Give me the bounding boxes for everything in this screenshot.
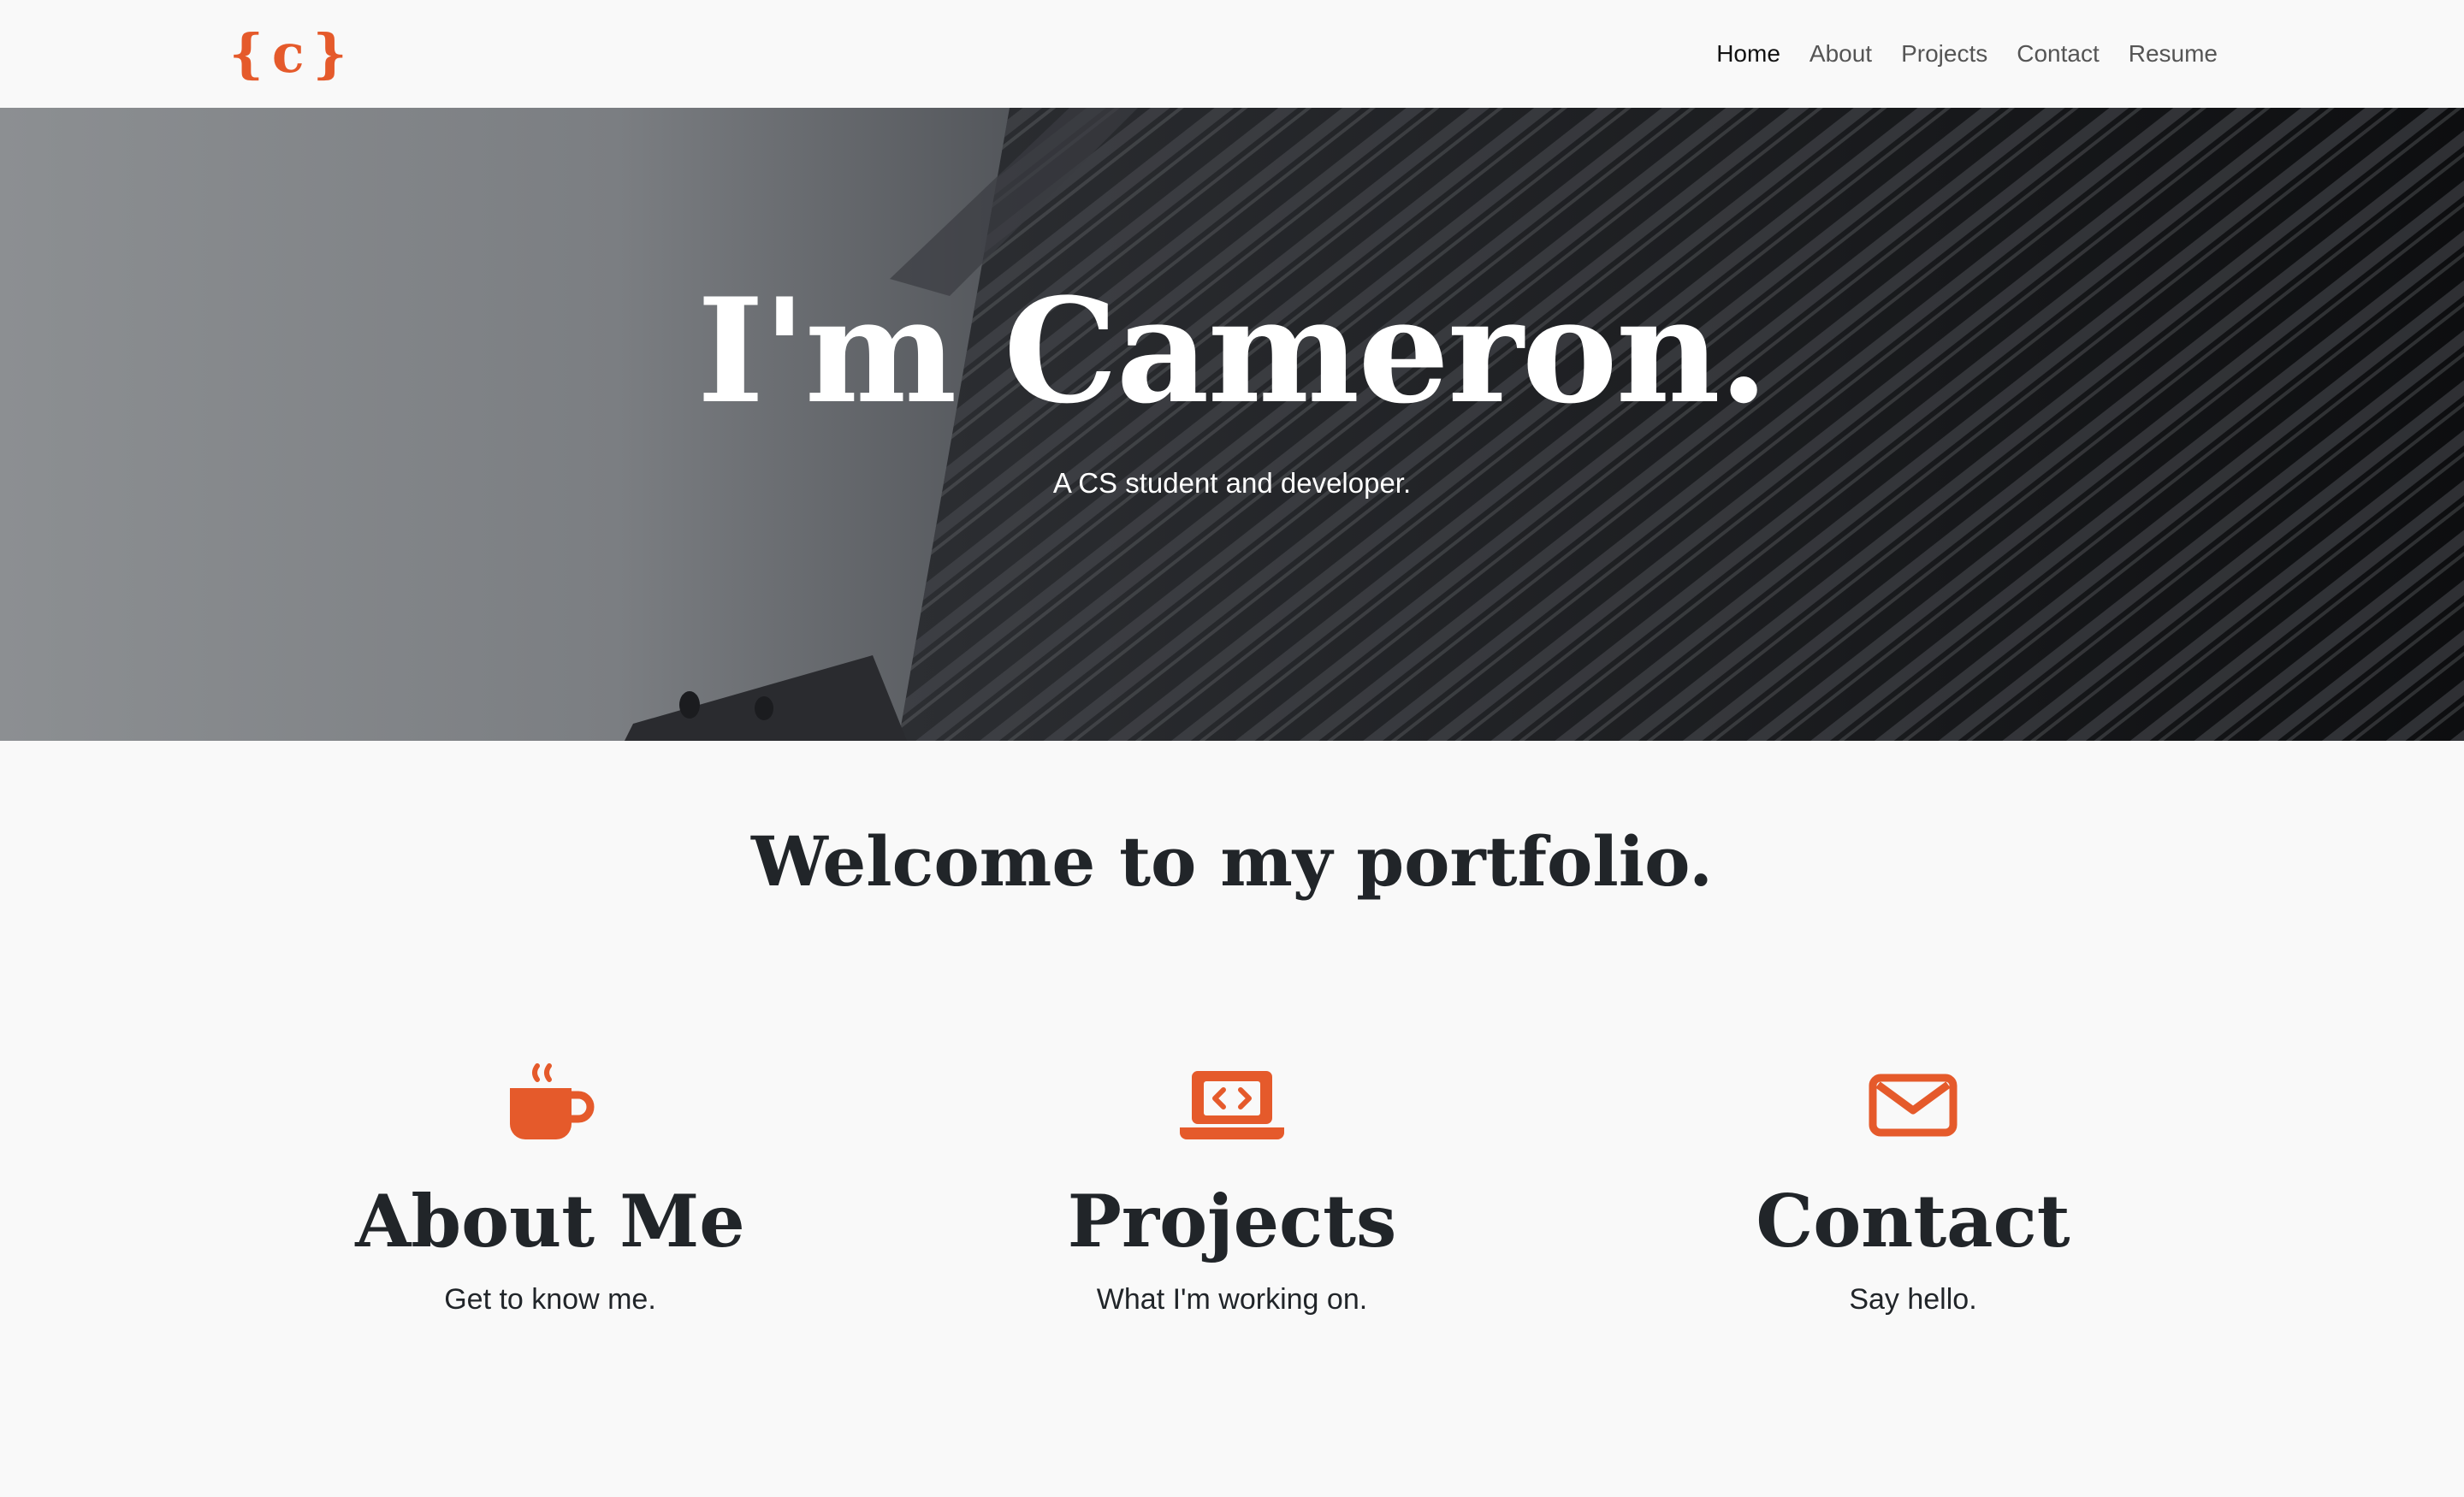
feature-about-title: About Me: [355, 1179, 745, 1263]
brand-logo-link[interactable]: {c}: [229, 19, 356, 87]
welcome-heading: Welcome to my portfolio.: [751, 821, 1713, 902]
hero-banner: I'm Cameron. A CS student and developer.: [0, 108, 2464, 741]
nav-link-about[interactable]: About: [1810, 40, 1872, 68]
feature-projects[interactable]: Projects What I'm working on.: [933, 1059, 1531, 1316]
feature-contact-subtitle: Say hello.: [1849, 1283, 1977, 1316]
feature-projects-title: Projects: [1067, 1179, 1397, 1263]
hero-subtitle: A CS student and developer.: [1052, 467, 1412, 499]
feature-contact[interactable]: Contact Say hello.: [1614, 1059, 2212, 1316]
envelope-icon: [1614, 1059, 2212, 1145]
coffee-mug-icon: [251, 1059, 850, 1145]
main-nav: Home About Projects Contact Resume: [1716, 0, 2218, 108]
feature-projects-subtitle: What I'm working on.: [1096, 1283, 1368, 1316]
feature-contact-title: Contact: [1756, 1179, 2070, 1263]
nav-link-resume[interactable]: Resume: [2129, 40, 2218, 68]
nav-link-projects[interactable]: Projects: [1901, 40, 1987, 68]
feature-about[interactable]: About Me Get to know me.: [251, 1059, 850, 1316]
nav-link-contact[interactable]: Contact: [2017, 40, 2100, 68]
laptop-code-icon: [933, 1059, 1531, 1145]
nav-link-home[interactable]: Home: [1716, 40, 1780, 68]
hero-title: I'm Cameron.: [696, 266, 1769, 435]
navbar: {c} Home About Projects Contact Resume: [0, 0, 2464, 108]
feature-about-subtitle: Get to know me.: [444, 1283, 656, 1316]
